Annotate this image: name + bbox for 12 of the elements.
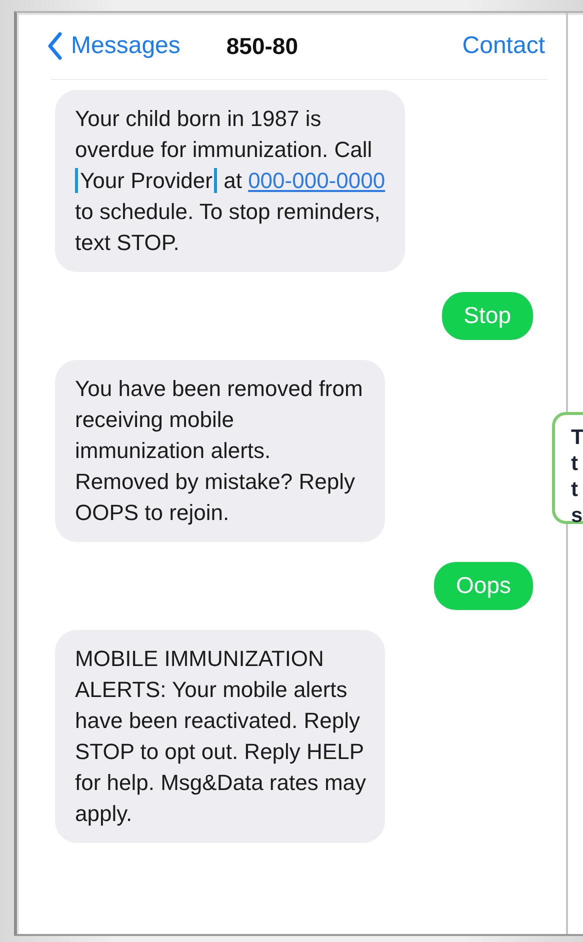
- conversation-title: 850-80: [226, 32, 298, 60]
- received-message: You have been removed from receiving mobile immunization alerts. Removed by mistake? Reply OOPS to rejoin.: [55, 360, 385, 542]
- received-message: Your child born in 1987 is overdue for immunization. Call Your Provider at 000-000-0000 to schedule. To stop reminders, text STOP.: [55, 90, 405, 272]
- callout-text: t: [571, 451, 579, 477]
- received-message: MOBILE IMMUNIZATION ALERTS: Your mobile alerts have been reactivated. Reply STOP to opt out. Reply HELP for help. Msg&Data rates may apply.: [55, 630, 385, 843]
- sent-message: Oops: [434, 562, 533, 610]
- callout-text: t: [571, 477, 579, 503]
- back-chevron-icon: [47, 32, 63, 60]
- phone-number-link[interactable]: 000-000-0000: [248, 168, 386, 193]
- back-link[interactable]: Messages: [47, 32, 180, 60]
- sent-message: Stop: [442, 292, 533, 340]
- contact-link[interactable]: Contact: [462, 32, 545, 60]
